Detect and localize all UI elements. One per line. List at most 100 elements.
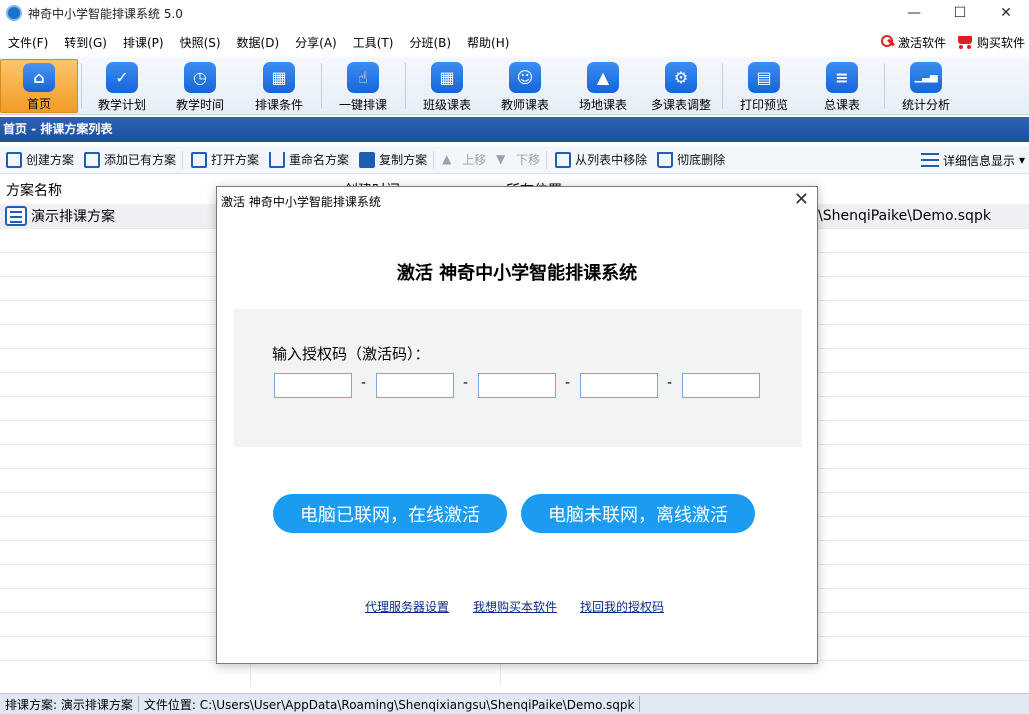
hand-click-icon: ☝ bbox=[347, 62, 379, 93]
menu-snapshot[interactable]: 快照(S) bbox=[180, 34, 221, 51]
minimize-button[interactable]: — bbox=[891, 0, 937, 26]
schedule-icon: ≡ bbox=[826, 62, 858, 93]
rename-plan-button[interactable]: 重命名方案 bbox=[269, 151, 349, 168]
open-plan-label: 打开方案 bbox=[211, 151, 259, 168]
toolbar-print-preview-button[interactable]: ▤ 打印预览 bbox=[728, 59, 800, 113]
toolbar-teacher-timetable-label: 教师课表 bbox=[501, 96, 549, 113]
toolbar-print-preview-label: 打印预览 bbox=[740, 96, 788, 113]
toolbar-venue-timetable-button[interactable]: ▲ 场地课表 bbox=[567, 59, 639, 113]
column-header-name[interactable]: 方案名称 bbox=[6, 180, 62, 200]
list-icon bbox=[921, 153, 939, 167]
adjust-table-icon: ⚙ bbox=[665, 62, 697, 93]
code-separator: - bbox=[667, 375, 672, 391]
key-icon bbox=[881, 35, 895, 49]
status-file-value: C:\Users\User\AppData\Roaming\Shenqixian… bbox=[200, 698, 635, 712]
copy-plan-label: 复制方案 bbox=[379, 151, 427, 168]
menu-class-split[interactable]: 分班(B) bbox=[409, 34, 451, 51]
toolbar-teacher-timetable-button[interactable]: ☺ 教师课表 bbox=[489, 59, 561, 113]
delete-plan-button[interactable]: 彻底删除 bbox=[657, 151, 725, 168]
move-up-button[interactable]: ▲ 上移 bbox=[442, 151, 486, 168]
toolbar-multi-adjust-label: 多课表调整 bbox=[651, 96, 711, 113]
toolbar-home-label: 首页 bbox=[27, 95, 51, 112]
trash-icon bbox=[657, 152, 673, 168]
license-code-panel: 输入授权码（激活码）： - - - - bbox=[234, 309, 802, 447]
license-code-input-2[interactable] bbox=[376, 373, 454, 398]
move-down-label: 下移 bbox=[516, 151, 540, 168]
menu-file[interactable]: 文件(F) bbox=[8, 34, 48, 51]
clipboard-icon: ✓ bbox=[106, 62, 138, 93]
person-card-icon: ☺ bbox=[509, 62, 541, 93]
license-code-input-1[interactable] bbox=[274, 373, 352, 398]
window-controls: — ☐ ✕ bbox=[891, 0, 1029, 26]
add-existing-plan-button[interactable]: 添加已有方案 bbox=[84, 151, 176, 168]
status-bar: 排课方案: 演示排课方案 文件位置: C:\Users\User\AppData… bbox=[0, 693, 1029, 714]
buy-software-dialog-link[interactable]: 我想购买本软件 bbox=[473, 598, 557, 615]
move-up-label: 上移 bbox=[462, 151, 486, 168]
toolbar-multi-adjust-button[interactable]: ⚙ 多课表调整 bbox=[645, 59, 717, 113]
building-icon: ▲ bbox=[587, 62, 619, 93]
calendar-icon: ▦ bbox=[431, 62, 463, 93]
code-separator: - bbox=[565, 375, 570, 391]
dialog-close-button[interactable]: ✕ bbox=[794, 189, 809, 210]
edit-icon bbox=[6, 152, 22, 168]
home-icon: ⌂ bbox=[23, 63, 55, 92]
detail-toggle-button[interactable]: 详细信息显示 ▾ bbox=[921, 146, 1025, 174]
proxy-settings-link[interactable]: 代理服务器设置 bbox=[365, 598, 449, 615]
toolbar-conditions-button[interactable]: ▦ 排课条件 bbox=[243, 59, 315, 113]
close-button[interactable]: ✕ bbox=[983, 0, 1029, 26]
toolbar-teaching-plan-button[interactable]: ✓ 教学计划 bbox=[86, 59, 158, 113]
arrow-up-icon: ▲ bbox=[442, 152, 458, 168]
toolbar-home-button[interactable]: ⌂ 首页 bbox=[0, 59, 78, 113]
main-toolbar: ⌂ 首页 ✓ 教学计划 ◷ 教学时间 ▦ 排课条件 ☝ 一键排课 ▦ 班级课表 … bbox=[0, 57, 1029, 115]
toolbar-class-timetable-button[interactable]: ▦ 班级课表 bbox=[411, 59, 483, 113]
recover-license-link[interactable]: 找回我的授权码 bbox=[580, 598, 664, 615]
dropdown-arrow-icon: ▾ bbox=[1019, 153, 1025, 167]
license-code-input-5[interactable] bbox=[682, 373, 760, 398]
dialog-heading: 激活 神奇中小学智能排课系统 bbox=[217, 259, 817, 285]
status-plan-label: 排课方案: bbox=[5, 698, 57, 712]
copy-icon bbox=[359, 152, 375, 168]
menu-tools[interactable]: 工具(T) bbox=[353, 34, 394, 51]
toolbar-teaching-plan-label: 教学计划 bbox=[98, 96, 146, 113]
remove-from-list-button[interactable]: 从列表中移除 bbox=[555, 151, 647, 168]
pencil-icon bbox=[269, 152, 285, 168]
online-activate-button[interactable]: 电脑已联网，在线激活 bbox=[273, 494, 507, 533]
status-plan: 排课方案: 演示排课方案 bbox=[0, 696, 138, 713]
toolbar-master-timetable-button[interactable]: ≡ 总课表 bbox=[806, 59, 878, 113]
status-file: 文件位置: C:\Users\User\AppData\Roaming\Shen… bbox=[139, 696, 640, 713]
activate-software-link[interactable]: 激活软件 bbox=[881, 34, 946, 51]
offline-activate-button[interactable]: 电脑未联网，离线激活 bbox=[521, 494, 755, 533]
menu-data[interactable]: 数据(D) bbox=[237, 34, 280, 51]
license-code-input-3[interactable] bbox=[478, 373, 556, 398]
toolbar-divider bbox=[405, 63, 406, 109]
status-file-label: 文件位置: bbox=[144, 698, 196, 712]
copy-plan-button[interactable]: 复制方案 bbox=[359, 151, 427, 168]
clock-icon: ◷ bbox=[184, 62, 216, 93]
action-divider bbox=[433, 151, 434, 169]
buy-software-link[interactable]: 购买软件 bbox=[956, 34, 1025, 51]
activate-software-label: 激活软件 bbox=[898, 34, 946, 51]
create-plan-label: 创建方案 bbox=[26, 151, 74, 168]
menu-help[interactable]: 帮助(H) bbox=[467, 34, 509, 51]
rename-plan-label: 重命名方案 bbox=[289, 151, 349, 168]
license-code-input-4[interactable] bbox=[580, 373, 658, 398]
menu-share[interactable]: 分享(A) bbox=[295, 34, 337, 51]
toolbar-statistics-button[interactable]: ▁▃▅ 统计分析 bbox=[890, 59, 962, 113]
toolbar-teaching-time-button[interactable]: ◷ 教学时间 bbox=[164, 59, 236, 113]
cubes-icon: ▦ bbox=[263, 62, 295, 93]
maximize-button[interactable]: ☐ bbox=[937, 0, 983, 26]
move-down-button[interactable]: ▼ 下移 bbox=[496, 151, 540, 168]
menu-goto[interactable]: 转到(G) bbox=[64, 34, 107, 51]
remove-from-list-label: 从列表中移除 bbox=[575, 151, 647, 168]
license-code-label: 输入授权码（激活码）： bbox=[272, 343, 430, 364]
chart-icon: ▁▃▅ bbox=[910, 62, 942, 93]
toolbar-auto-schedule-button[interactable]: ☝ 一键排课 bbox=[327, 59, 399, 113]
section-header: 首页 - 排课方案列表 bbox=[0, 117, 1029, 142]
toolbar-divider bbox=[722, 63, 723, 109]
menu-schedule[interactable]: 排课(P) bbox=[123, 34, 164, 51]
dialog-title: 激活 神奇中小学智能排课系统 bbox=[221, 193, 381, 210]
create-plan-button[interactable]: 创建方案 bbox=[6, 151, 74, 168]
open-external-icon bbox=[191, 152, 207, 168]
open-plan-button[interactable]: 打开方案 bbox=[191, 151, 259, 168]
delete-plan-label: 彻底删除 bbox=[677, 151, 725, 168]
